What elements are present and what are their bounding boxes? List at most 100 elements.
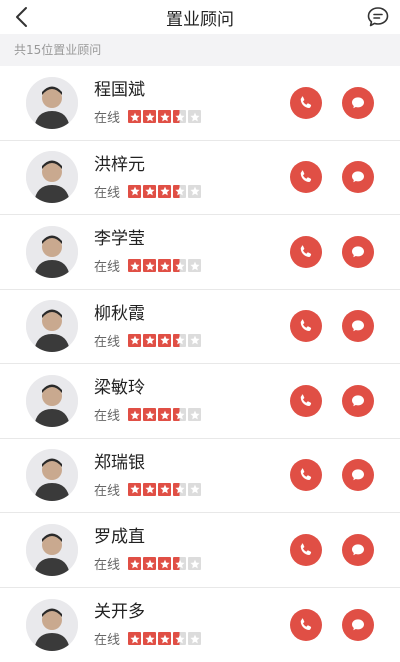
chat-bubble-icon — [352, 97, 364, 108]
call-button[interactable] — [290, 384, 322, 417]
star-icon — [173, 408, 187, 422]
call-button[interactable] — [290, 608, 322, 641]
chat-bubble-icon — [352, 544, 364, 555]
star-icon — [173, 482, 187, 496]
advisor-name: 关开多 — [94, 602, 145, 623]
advisor-name: 李学莹 — [94, 229, 145, 250]
star-icon — [158, 632, 172, 646]
call-button[interactable] — [290, 310, 322, 343]
star-icon — [188, 110, 202, 124]
phone-icon — [300, 245, 312, 257]
chat-button[interactable] — [342, 235, 374, 268]
chat-button[interactable] — [342, 533, 374, 566]
star-rating — [128, 557, 202, 571]
star-rating — [128, 110, 202, 124]
advisor-list: 程国斌 在线 洪梓元 在线 李学莹 在线 柳秋霞 在线 梁敏玲 在线 郑瑞银 在… — [0, 66, 400, 662]
star-icon — [143, 632, 157, 646]
star-icon — [128, 259, 142, 273]
chat-button[interactable] — [342, 86, 374, 119]
advisor-name: 梁敏玲 — [94, 378, 145, 399]
chat-button[interactable] — [342, 459, 374, 492]
star-icon — [173, 259, 187, 273]
phone-icon — [300, 468, 312, 481]
message-bubble-icon[interactable] — [366, 5, 390, 29]
star-icon — [158, 259, 172, 273]
chat-button[interactable] — [342, 608, 374, 641]
advisor-row[interactable]: 关开多 在线 — [0, 588, 400, 662]
call-button[interactable] — [290, 459, 322, 492]
advisor-name: 洪梓元 — [94, 154, 145, 175]
call-button[interactable] — [290, 86, 322, 119]
phone-icon — [300, 394, 312, 406]
star-icon — [188, 333, 202, 347]
star-icon — [173, 632, 187, 646]
phone-icon — [300, 96, 312, 108]
advisor-name: 罗成直 — [94, 527, 145, 548]
navbar: 置业顾问 — [0, 0, 400, 34]
chat-bubble-icon — [352, 395, 364, 406]
avatar[interactable] — [26, 76, 78, 129]
call-button[interactable] — [290, 161, 322, 194]
avatar[interactable] — [26, 523, 78, 576]
star-icon — [158, 408, 172, 422]
star-rating — [128, 632, 202, 646]
chat-bubble-icon — [352, 246, 364, 257]
star-icon — [173, 110, 187, 124]
star-rating — [128, 184, 202, 198]
online-status: 在线 — [94, 334, 121, 350]
star-rating — [128, 482, 202, 496]
online-status: 在线 — [94, 409, 121, 425]
phone-icon — [300, 319, 312, 332]
online-status: 在线 — [94, 111, 121, 127]
star-icon — [143, 110, 157, 124]
advisor-row[interactable]: 罗成直 在线 — [0, 513, 400, 588]
avatar[interactable] — [26, 225, 78, 278]
online-status: 在线 — [94, 260, 121, 276]
star-icon — [188, 408, 202, 422]
phone-icon — [300, 170, 312, 183]
star-icon — [158, 333, 172, 347]
star-icon — [143, 184, 157, 198]
advisor-name: 柳秋霞 — [94, 303, 145, 324]
chat-button[interactable] — [342, 161, 374, 194]
star-icon — [188, 184, 202, 198]
star-icon — [158, 557, 172, 571]
star-icon — [188, 632, 202, 646]
advisor-row[interactable]: 程国斌 在线 — [0, 66, 400, 141]
star-icon — [143, 482, 157, 496]
star-icon — [173, 333, 187, 347]
avatar[interactable] — [26, 151, 78, 204]
star-icon — [143, 557, 157, 571]
phone-icon — [300, 543, 312, 555]
chat-button[interactable] — [342, 310, 374, 343]
advisor-row[interactable]: 李学莹 在线 — [0, 215, 400, 290]
avatar[interactable] — [26, 300, 78, 353]
advisor-row[interactable]: 郑瑞银 在线 — [0, 439, 400, 513]
online-status: 在线 — [94, 633, 121, 649]
star-icon — [158, 482, 172, 496]
chat-bubble-icon — [352, 469, 364, 481]
advisor-name: 郑瑞银 — [94, 452, 145, 473]
online-status: 在线 — [94, 483, 121, 499]
star-icon — [173, 184, 187, 198]
star-rating — [128, 333, 202, 347]
advisor-row[interactable]: 洪梓元 在线 — [0, 141, 400, 215]
avatar[interactable] — [26, 449, 78, 502]
back-chevron-icon[interactable] — [10, 4, 36, 30]
star-icon — [143, 259, 157, 273]
avatar[interactable] — [26, 374, 78, 427]
chat-button[interactable] — [342, 384, 374, 417]
avatar[interactable] — [26, 598, 78, 651]
star-icon — [128, 632, 142, 646]
call-button[interactable] — [290, 533, 322, 566]
call-button[interactable] — [290, 235, 322, 268]
phone-icon — [300, 618, 312, 630]
advisor-row[interactable]: 梁敏玲 在线 — [0, 364, 400, 439]
star-icon — [128, 110, 142, 124]
star-icon — [128, 184, 142, 198]
online-status: 在线 — [94, 185, 121, 201]
star-icon — [143, 408, 157, 422]
chat-bubble-icon — [352, 320, 364, 332]
advisor-row[interactable]: 柳秋霞 在线 — [0, 290, 400, 364]
star-icon — [188, 259, 202, 273]
